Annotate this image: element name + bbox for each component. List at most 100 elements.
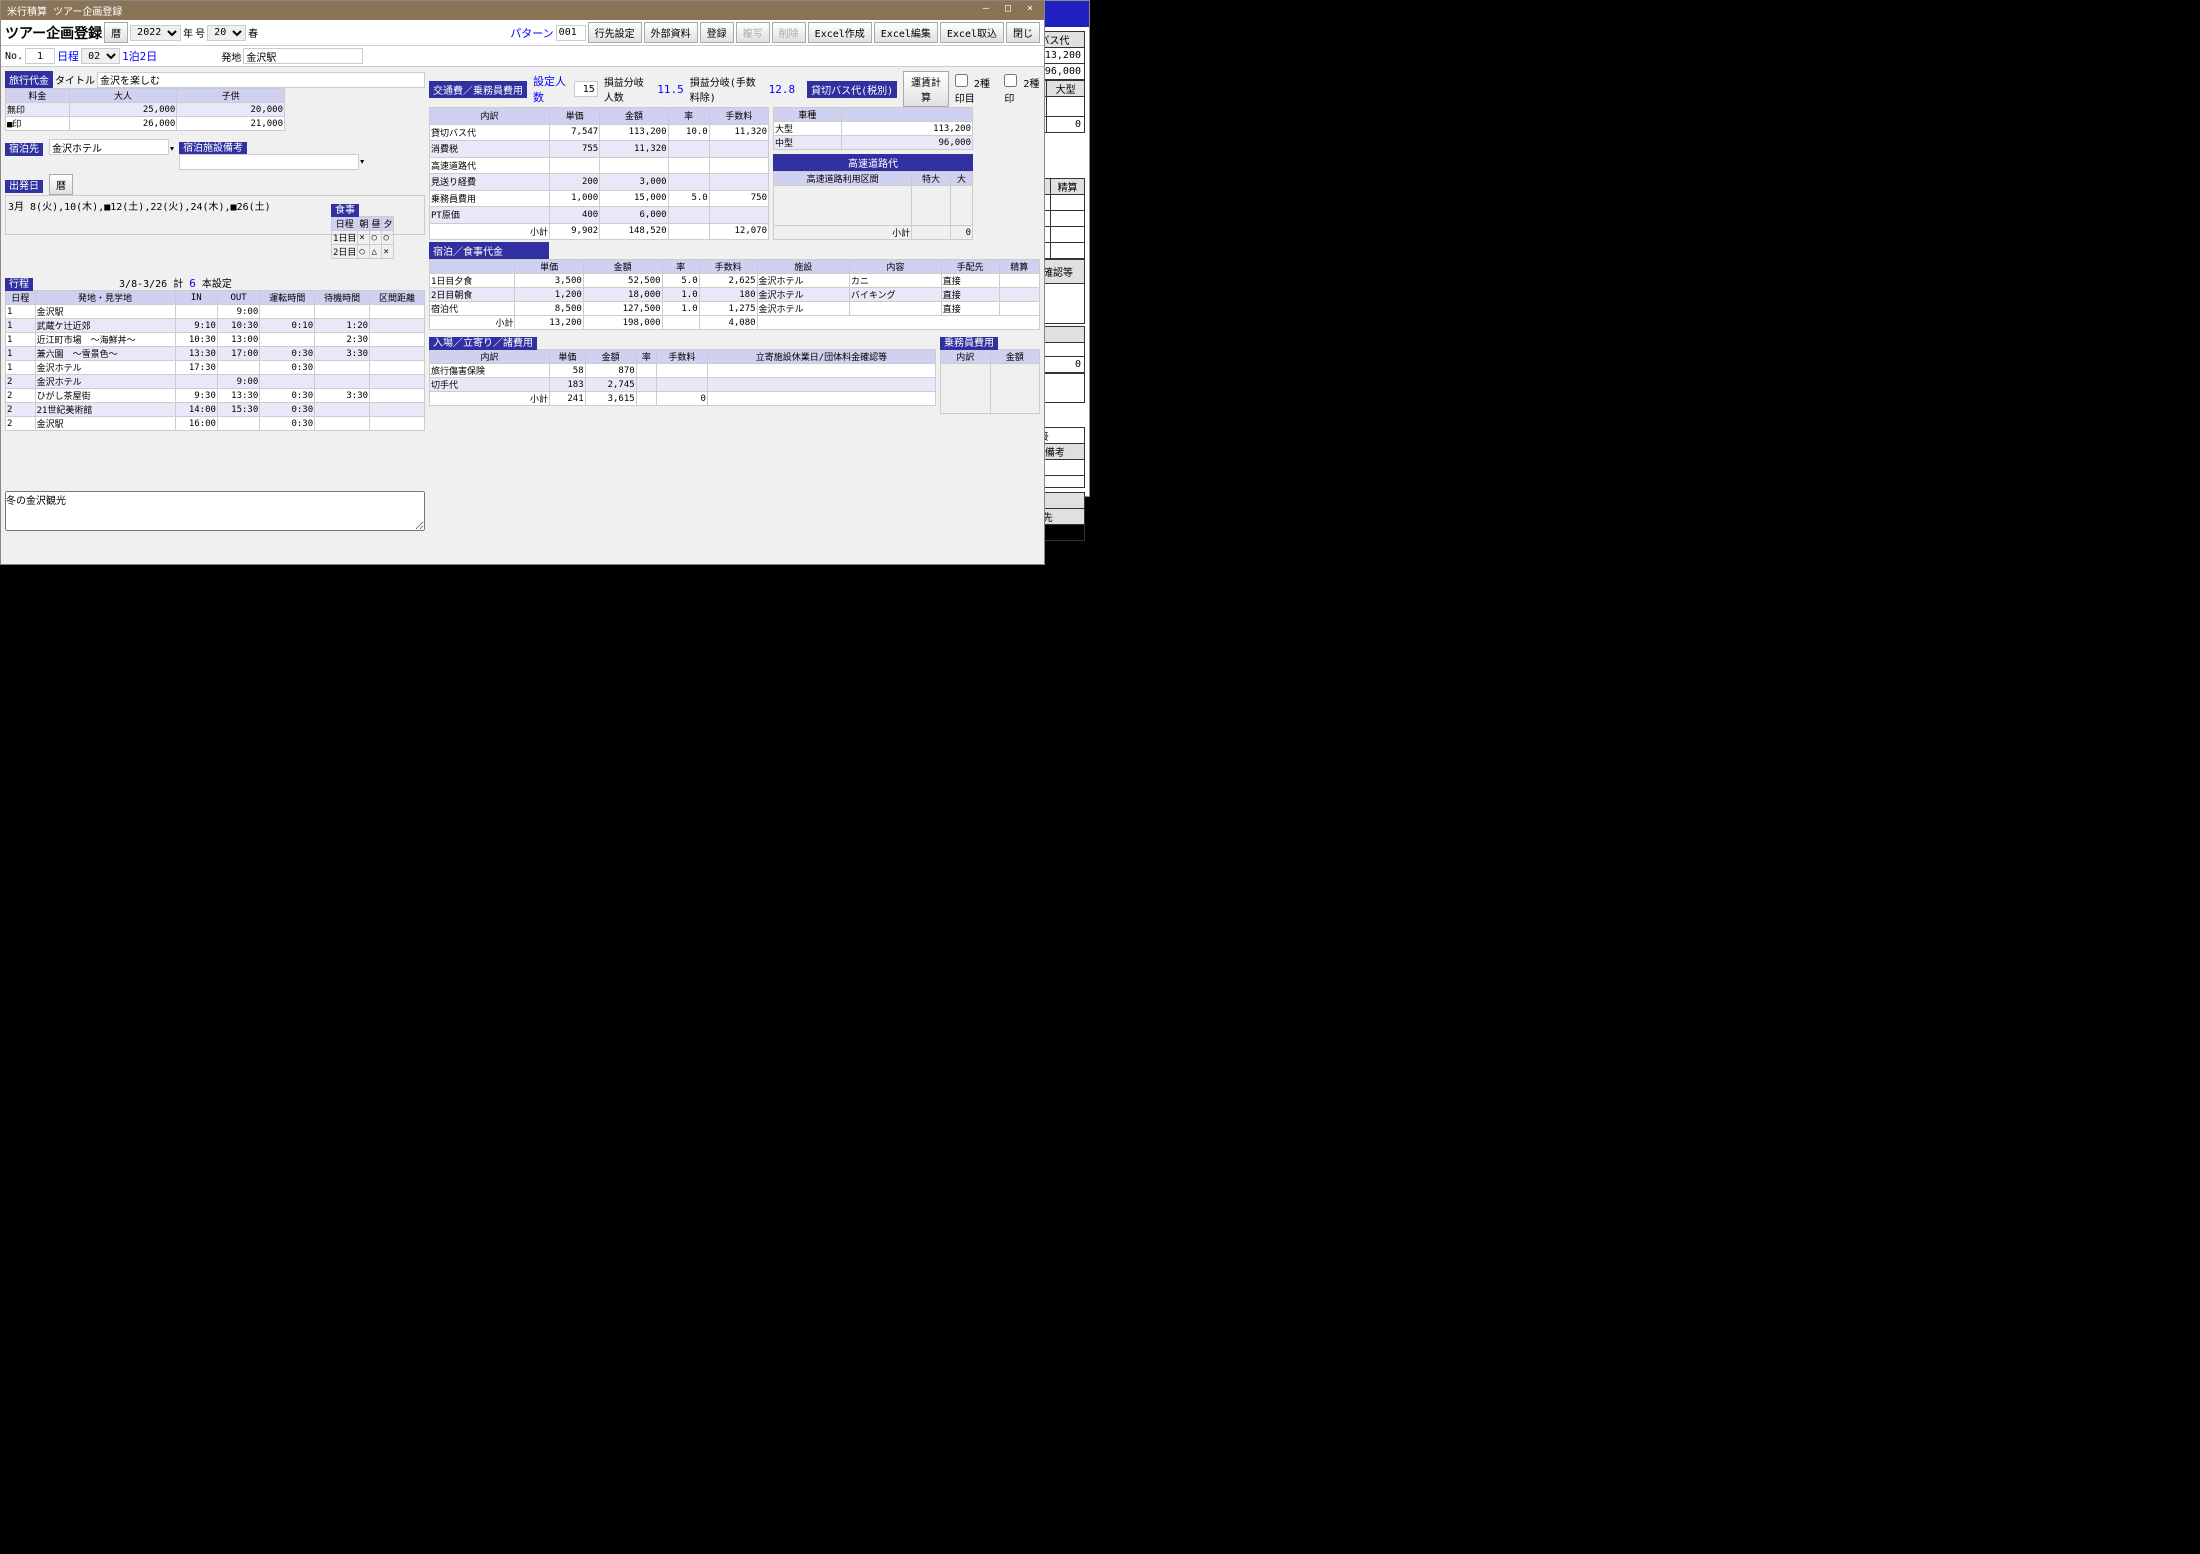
assumed-input[interactable] xyxy=(574,81,598,97)
itinerary-row[interactable]: 2ひがし茶屋街9:3013:300:303:30 xyxy=(6,389,425,403)
close-button[interactable]: 閉じ xyxy=(1006,22,1040,43)
lodging-header: 宿泊／食事代金 xyxy=(429,242,549,259)
chk-2mark2[interactable]: 2種印 xyxy=(1004,74,1040,105)
excel-edit-button[interactable]: Excel編集 xyxy=(874,22,938,43)
entry-header: 入場／立寄り／諸費用 xyxy=(429,337,537,350)
crew-header: 乗務員費用 xyxy=(940,337,998,350)
lodging-row[interactable]: 2日目朝食1,20018,0001.0180金沢ホテルバイキング直接 xyxy=(430,288,1040,302)
lodging-table: 単価金額率手数料施設内容手配先精算 1日目夕食3,50052,5005.02,6… xyxy=(429,259,1040,330)
meal-table: 日程朝昼夕 1日目×○○ 2日目○△× xyxy=(331,216,394,259)
left-column: 旅行代金 タイトル 料金大人子供 無印25,00020,000 ■印26,000… xyxy=(5,71,425,534)
itinerary-row[interactable]: 1武蔵ケ辻近郊9:1010:300:101:20 xyxy=(6,319,425,333)
bus-table: 車種 大型113,200中型96,000 xyxy=(773,107,973,150)
assumed-link[interactable]: 設定人数 xyxy=(533,73,568,105)
depart-label: 出発日 xyxy=(5,180,43,193)
excel-import-button[interactable]: Excel取込 xyxy=(940,22,1004,43)
delete-button[interactable]: 削除 xyxy=(772,22,806,43)
itinerary-row[interactable]: 2金沢ホテル9:00 xyxy=(6,375,425,389)
stay-dest-input[interactable] xyxy=(49,139,169,155)
copy-button[interactable]: 複写 xyxy=(736,22,770,43)
excel-create-button[interactable]: Excel作成 xyxy=(808,22,872,43)
title-input[interactable] xyxy=(97,72,425,88)
memo-textarea[interactable] xyxy=(5,491,425,531)
minimize-icon[interactable]: — xyxy=(978,3,994,14)
toolbar-row2: No. 日程 02 1泊2日 発地 xyxy=(1,46,1044,67)
pattern-input[interactable] xyxy=(556,25,586,41)
itinerary-range: 3/8-3/26 xyxy=(119,279,167,290)
entry-row[interactable]: 切手代1832,745 xyxy=(430,378,936,392)
titlebar: 米行積算 ツアー企画登録 — □ × xyxy=(1,1,1044,20)
entry-table: 内訳単価金額率手数料立寄施設休業日/団体料金確認等 旅行傷害保険58870切手代… xyxy=(429,349,936,406)
no-input[interactable] xyxy=(25,48,55,64)
break1-val: 11.5 xyxy=(657,83,684,96)
year-select[interactable]: 2022 xyxy=(130,25,181,41)
break2-lbl: 損益分岐(手数料除) xyxy=(690,74,763,104)
fare-calc-button[interactable]: 運賃計算 xyxy=(903,71,949,107)
title-label: タイトル xyxy=(55,72,95,87)
no-label: No. xyxy=(5,51,23,62)
fare-table: 料金大人子供 無印25,00020,000 ■印26,00021,000 xyxy=(5,88,285,131)
break2-val: 12.8 xyxy=(769,83,796,96)
lodging-row[interactable]: 宿泊代8,500127,5001.01,275金沢ホテル直接 xyxy=(430,302,1040,316)
itinerary-row[interactable]: 1兼六園 ～雪景色～13:3017:000:303:30 xyxy=(6,347,425,361)
screen-title: ツアー企画登録 xyxy=(5,23,102,43)
chk-2mark1[interactable]: 2種印目 xyxy=(955,74,999,105)
origin-input[interactable] xyxy=(243,48,363,64)
highway-table: 高速道路利用区間特大大 小計0 xyxy=(773,171,973,240)
transport-row[interactable]: 見送り経費2003,000 xyxy=(430,174,769,191)
register-button[interactable]: 登録 xyxy=(700,22,734,43)
season: 春 xyxy=(248,25,258,40)
fare-header: 旅行代金 xyxy=(5,71,53,88)
maximize-icon[interactable]: □ xyxy=(1000,3,1016,14)
fare-child-col: 子供 xyxy=(177,89,285,103)
itinerary-row[interactable]: 1金沢ホテル17:300:30 xyxy=(6,361,425,375)
crew-table: 内訳金額 xyxy=(940,349,1040,414)
main-window: 米行積算 ツアー企画登録 — □ × ツアー企画登録 暦 2022 年 号 20… xyxy=(0,0,1045,565)
transport-row[interactable]: 高速道路代 xyxy=(430,157,769,174)
itinerary-count-lbl: 計 xyxy=(173,279,183,290)
itinerary-set: 本設定 xyxy=(202,279,232,290)
issue-label: 号 xyxy=(195,25,205,40)
break1-lbl: 損益分岐人数 xyxy=(604,74,651,104)
transport-row[interactable]: 乗務員費用1,00015,0005.0750 xyxy=(430,190,769,207)
transport-row[interactable]: 消費税75511,320 xyxy=(430,141,769,158)
meal-label: 食事 xyxy=(331,204,359,217)
transport-header: 交通費／乗務員費用 xyxy=(429,81,527,98)
dest-setting-button[interactable]: 行先設定 xyxy=(588,22,642,43)
origin-label: 発地 xyxy=(221,49,241,64)
days-link[interactable]: 日程 xyxy=(57,48,79,64)
transport-row[interactable]: PT原価4006,000 xyxy=(430,207,769,224)
right-column: 交通費／乗務員費用 設定人数 損益分岐人数 11.5 損益分岐(手数料除) 12… xyxy=(429,71,1040,534)
issue-select[interactable]: 20 xyxy=(207,25,246,41)
calendar-button[interactable]: 暦 xyxy=(104,22,128,43)
itinerary-row[interactable]: 1近江町市場 ～海鮮丼～10:3013:002:30 xyxy=(6,333,425,347)
pattern-link[interactable]: パターン xyxy=(510,25,553,41)
fare-mark-col: 料金 xyxy=(6,89,70,103)
ext-doc-button[interactable]: 外部資料 xyxy=(644,22,698,43)
window-controls: — □ × xyxy=(978,3,1038,18)
toolbar-row1: ツアー企画登録 暦 2022 年 号 20 春 パターン 行先設定 外部資料 登… xyxy=(1,20,1044,46)
itinerary-count: 6 xyxy=(189,277,196,290)
entry-row[interactable]: 旅行傷害保険58870 xyxy=(430,364,936,378)
itinerary-row[interactable]: 2金沢駅16:000:30 xyxy=(6,417,425,431)
lodging-row[interactable]: 1日目夕食3,50052,5005.02,625金沢ホテルカニ直接 xyxy=(430,274,1040,288)
days-select[interactable]: 02 xyxy=(81,48,120,64)
fare-adult-col: 大人 xyxy=(69,89,177,103)
days-text[interactable]: 1泊2日 xyxy=(122,48,157,64)
depart-dates: 3月 8(火),10(木),■12(土),22(火),24(木),■26(土) xyxy=(8,202,271,213)
year-suffix: 年 xyxy=(183,25,193,40)
transport-table: 内訳単価金額率手数料 貸切バス代7,547113,20010.011,320消費… xyxy=(429,107,769,240)
transport-row[interactable]: 貸切バス代7,547113,20010.011,320 xyxy=(430,124,769,141)
itinerary-row[interactable]: 221世紀美術館14:0015:300:30 xyxy=(6,403,425,417)
content-area: 旅行代金 タイトル 料金大人子供 無印25,00020,000 ■印26,000… xyxy=(1,67,1044,538)
close-icon[interactable]: × xyxy=(1022,3,1038,14)
depart-cal-button[interactable]: 暦 xyxy=(49,174,73,195)
bus-header: 貸切バス代(税別) xyxy=(807,81,897,98)
itinerary-table: 日程発地・見学地INOUT運転時間待機時間区間距離 1金沢駅9:001武蔵ケ辻近… xyxy=(5,290,425,431)
stay-dest-label: 宿泊先 xyxy=(5,143,43,156)
itinerary-header: 行程 xyxy=(5,278,33,291)
app-title: 米行積算 ツアー企画登録 xyxy=(7,3,122,18)
itinerary-row[interactable]: 1金沢駅9:00 xyxy=(6,305,425,319)
facility-note-input[interactable] xyxy=(179,154,359,170)
highway-header: 高速道路代 xyxy=(773,154,973,171)
